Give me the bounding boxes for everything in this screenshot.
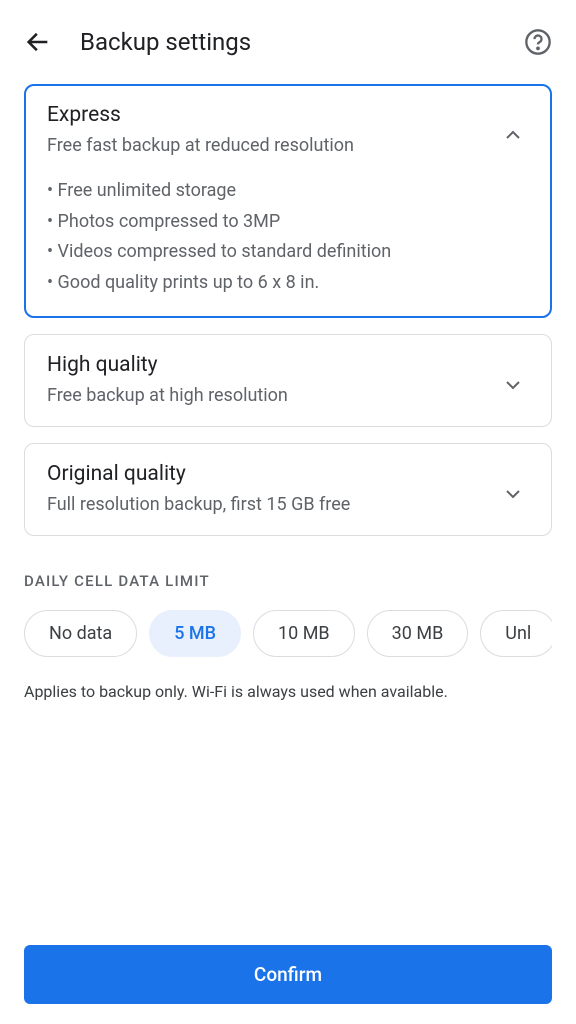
content: Express Free fast backup at reduced reso… <box>0 84 576 703</box>
detail-item: • Photos compressed to 3MP <box>47 207 529 238</box>
option-subtitle: Free backup at high resolution <box>47 383 501 408</box>
chevron-down-icon[interactable] <box>501 482 525 506</box>
header: Backup settings <box>0 0 576 84</box>
data-limit-chips: No data 5 MB 10 MB 30 MB Unl <box>24 610 552 657</box>
card-text: Express Free fast backup at reduced reso… <box>47 103 501 158</box>
help-icon[interactable] <box>524 28 552 56</box>
option-high-quality[interactable]: High quality Free backup at high resolut… <box>24 334 552 427</box>
option-express[interactable]: Express Free fast backup at reduced reso… <box>24 84 552 318</box>
option-title: High quality <box>47 353 501 377</box>
detail-item: • Videos compressed to standard definiti… <box>47 237 529 268</box>
option-subtitle: Full resolution backup, first 15 GB free <box>47 492 501 517</box>
chevron-up-icon[interactable] <box>501 123 525 147</box>
card-text: Original quality Full resolution backup,… <box>47 462 501 517</box>
back-arrow-icon[interactable] <box>24 28 52 56</box>
detail-item: • Free unlimited storage <box>47 176 529 207</box>
data-limit-helper: Applies to backup only. Wi-Fi is always … <box>24 681 552 703</box>
option-subtitle: Free fast backup at reduced resolution <box>47 133 501 158</box>
detail-item: • Good quality prints up to 6 x 8 in. <box>47 268 529 299</box>
card-text: High quality Free backup at high resolut… <box>47 353 501 408</box>
chip-5mb[interactable]: 5 MB <box>149 610 241 657</box>
option-original-quality[interactable]: Original quality Full resolution backup,… <box>24 443 552 536</box>
chip-unlimited[interactable]: Unl <box>480 610 552 657</box>
option-title: Express <box>47 103 501 127</box>
confirm-button[interactable]: Confirm <box>24 945 552 1004</box>
option-title: Original quality <box>47 462 501 486</box>
data-limit-label: DAILY CELL DATA LIMIT <box>24 572 552 590</box>
chip-10mb[interactable]: 10 MB <box>253 610 355 657</box>
option-details: • Free unlimited storage • Photos compre… <box>47 176 529 298</box>
card-header: High quality Free backup at high resolut… <box>47 353 529 408</box>
card-header: Express Free fast backup at reduced reso… <box>47 103 529 158</box>
chip-30mb[interactable]: 30 MB <box>367 610 469 657</box>
chip-no-data[interactable]: No data <box>24 610 137 657</box>
page-title: Backup settings <box>80 28 496 56</box>
chevron-down-icon[interactable] <box>501 373 525 397</box>
card-header: Original quality Full resolution backup,… <box>47 462 529 517</box>
